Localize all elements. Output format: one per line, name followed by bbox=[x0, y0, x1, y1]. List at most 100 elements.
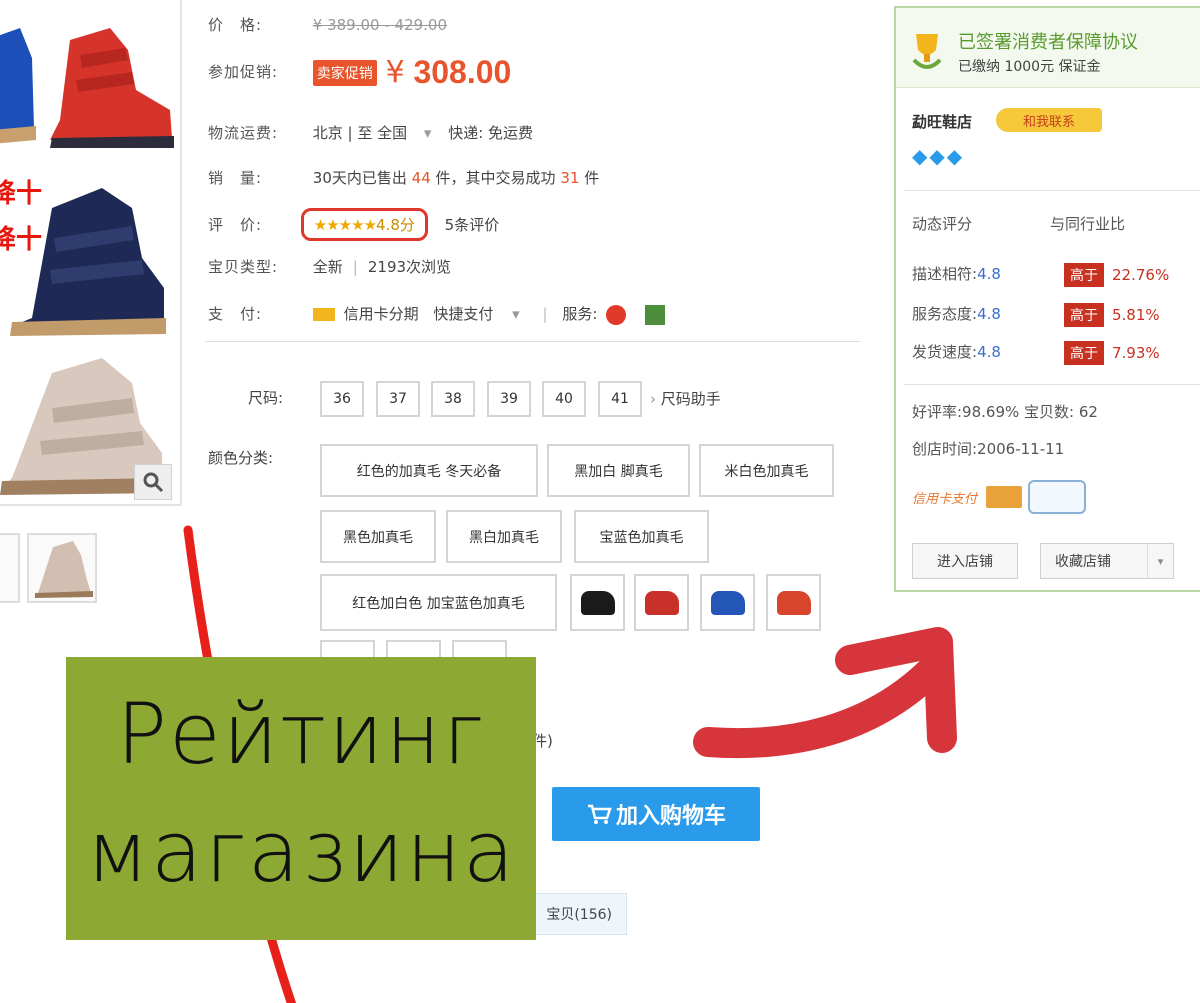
enter-shop-button[interactable]: 进入店铺 bbox=[912, 543, 1018, 579]
size-helper-link[interactable]: › 尺码助手 bbox=[650, 388, 721, 409]
thumbnail-1[interactable] bbox=[0, 533, 20, 603]
size-helper-text: 尺码助手 bbox=[660, 390, 721, 408]
score-compare: 高于 22.76% bbox=[1046, 263, 1169, 287]
zoom-button[interactable] bbox=[134, 464, 172, 500]
dropdown-icon[interactable]: ▾ bbox=[424, 124, 432, 142]
pay-quick[interactable]: 快捷支付 bbox=[433, 305, 493, 323]
score-row: 描述相符:4.8 bbox=[912, 263, 1001, 284]
mobile-pay-icon bbox=[1028, 480, 1086, 514]
thumbnail-2[interactable] bbox=[27, 533, 97, 603]
shipping-label: 物流运费: bbox=[208, 124, 279, 142]
sales-label: 销 量: bbox=[208, 169, 263, 187]
divider bbox=[904, 384, 1200, 385]
credit-card-icon bbox=[986, 486, 1022, 508]
chevron-down-icon[interactable]: ▾ bbox=[1147, 544, 1173, 578]
credit-card-icon bbox=[312, 308, 335, 321]
rating-label: 评 价: bbox=[208, 216, 263, 234]
sales-suffix: 件 bbox=[584, 169, 600, 187]
color-option[interactable]: 黑加白 脚真毛 bbox=[547, 444, 690, 497]
seven-day-return-icon[interactable] bbox=[606, 304, 627, 325]
payment-row: 支 付: 信用卡分期 快捷支付 ▾ | 服务: bbox=[208, 303, 665, 325]
caption-box: Рейтинг магазина bbox=[66, 657, 536, 940]
color-option[interactable]: 米白色加真毛 bbox=[699, 444, 834, 497]
add-to-cart-label: 加入购物车 bbox=[615, 804, 726, 829]
credit-pay-label: 信用卡支付 bbox=[912, 492, 978, 507]
current-price: 308.00 bbox=[413, 54, 512, 90]
score-compare: 高于 5.81% bbox=[1046, 303, 1160, 327]
swatch-shoe bbox=[710, 590, 745, 615]
score-value: 4.8 bbox=[977, 343, 1001, 361]
swatch-shoe bbox=[580, 590, 615, 615]
promo-tag[interactable]: 卖家促销 bbox=[312, 59, 377, 86]
color-option[interactable]: 黑白加真毛 bbox=[446, 510, 562, 563]
good-rate-row: 好评率:98.69% 宝贝数: 62 bbox=[912, 401, 1098, 422]
service-badge-icon[interactable] bbox=[644, 304, 665, 325]
blue-shoe-image bbox=[0, 28, 36, 144]
sales-prefix: 30天内已售出 bbox=[312, 169, 407, 187]
type-value: 全新 bbox=[312, 258, 343, 276]
cart-icon bbox=[587, 804, 612, 824]
size-label: 尺码: bbox=[248, 389, 284, 407]
divider bbox=[904, 190, 1200, 191]
shipping-express: 快递: 免运费 bbox=[448, 124, 534, 142]
higher-badge: 高于 bbox=[1064, 341, 1104, 365]
original-price: ¥ 389.00 - 429.00 bbox=[312, 16, 448, 34]
color-swatch[interactable] bbox=[570, 574, 625, 631]
score-pct: 5.81% bbox=[1112, 306, 1160, 324]
type-label: 宝贝类型: bbox=[208, 258, 279, 276]
shop-info-panel: 已签署消费者保障协议 已缴纳 1000元 保证金 勐旺鞋店 和我联系 ◆◆◆ 动… bbox=[894, 6, 1200, 592]
beige-shoe-thumb bbox=[35, 541, 93, 598]
red-arrow-decoration bbox=[693, 627, 957, 759]
sales-mid: 件，其中交易成功 bbox=[435, 169, 556, 187]
sales-count: 44 bbox=[411, 169, 431, 187]
guarantee-title[interactable]: 已签署消费者保障协议 bbox=[958, 28, 1138, 54]
rating-highlight[interactable]: ★★★★★4.8分 bbox=[300, 208, 428, 241]
size-option[interactable]: 41 bbox=[598, 381, 642, 417]
score-row: 服务态度:4.8 bbox=[912, 303, 1001, 324]
price-label: 价 格: bbox=[208, 16, 263, 34]
promo-row: 参加促销: 卖家促销 ¥ 308.00 bbox=[208, 54, 511, 91]
views-count: 2193次浏览 bbox=[367, 258, 452, 276]
pay-dropdown-icon[interactable]: ▾ bbox=[512, 305, 520, 323]
shop-name[interactable]: 勐旺鞋店 bbox=[912, 111, 972, 132]
sales-row: 销 量: 30天内已售出 44 件，其中交易成功 31 件 bbox=[208, 167, 599, 188]
caption-line-1: Рейтинг bbox=[116, 685, 486, 783]
score-compare: 高于 7.93% bbox=[1046, 341, 1160, 365]
color-option[interactable]: 红色的加真毛 冬天必备 bbox=[320, 444, 538, 497]
items-count: 宝贝数: 62 bbox=[1024, 403, 1098, 421]
favorite-shop-button[interactable]: 收藏店铺 ▾ bbox=[1040, 543, 1174, 579]
review-count-link[interactable]: 5条评价 bbox=[445, 216, 500, 234]
product-gallery[interactable]: 降十 降十 bbox=[0, 0, 182, 506]
score-pct: 22.76% bbox=[1112, 266, 1170, 284]
contact-seller-button[interactable]: 和我联系 bbox=[996, 108, 1102, 132]
swatch-shoe bbox=[644, 590, 679, 615]
navy-shoe-image bbox=[10, 188, 166, 336]
currency-symbol: ¥ bbox=[385, 55, 405, 90]
color-option[interactable]: 红色加白色 加宝蓝色加真毛 bbox=[320, 574, 557, 631]
pay-label: 支 付: bbox=[208, 305, 263, 323]
rating-stars: ★★★★★ bbox=[313, 216, 377, 234]
sales-success: 31 bbox=[560, 169, 580, 187]
rating-row: 评 价: ★★★★★4.8分 5条评价 bbox=[208, 208, 499, 241]
size-option[interactable]: 37 bbox=[376, 381, 420, 417]
trophy-icon bbox=[912, 34, 942, 69]
higher-badge: 高于 bbox=[1064, 263, 1104, 287]
dynamic-score-header: 动态评分 bbox=[912, 215, 973, 233]
size-option[interactable]: 40 bbox=[542, 381, 586, 417]
add-to-cart-button[interactable]: 加入购物车 bbox=[552, 787, 760, 841]
favorite-shop-label: 收藏店铺 bbox=[1055, 554, 1111, 570]
color-option[interactable]: 宝蓝色加真毛 bbox=[574, 510, 709, 563]
pay-installment[interactable]: 信用卡分期 bbox=[344, 305, 419, 323]
size-option[interactable]: 38 bbox=[431, 381, 475, 417]
promo-label: 参加促销: bbox=[208, 63, 279, 81]
compare-header: 与同行业比 bbox=[1050, 215, 1126, 233]
color-option[interactable]: 黑色加真毛 bbox=[320, 510, 436, 563]
score-row: 发货速度:4.8 bbox=[912, 341, 1001, 362]
size-option[interactable]: 36 bbox=[320, 381, 364, 417]
size-option[interactable]: 39 bbox=[487, 381, 531, 417]
favorites-tab[interactable]: 宝贝(156) bbox=[527, 893, 627, 935]
caption-line-2: магазина bbox=[85, 803, 517, 901]
shipping-value[interactable]: 北京 | 至 全国 bbox=[313, 124, 407, 142]
price-row: 价 格: ¥ 389.00 - 429.00 bbox=[208, 14, 447, 35]
red-shoe-image bbox=[50, 28, 174, 148]
